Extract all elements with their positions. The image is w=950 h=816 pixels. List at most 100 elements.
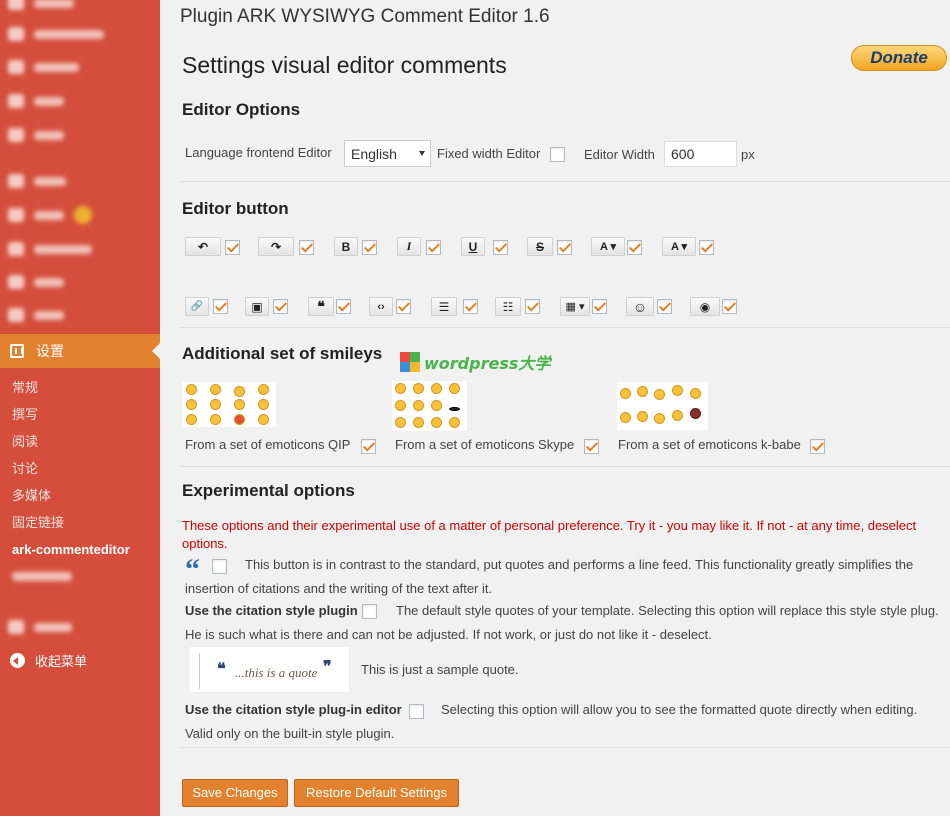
close-quote-icon: ❞ [323,659,332,676]
preview-button-checkbox[interactable] [722,299,737,314]
submenu-item-permalinks[interactable]: 固定链接 [0,509,160,536]
page-title: Settings visual editor comments [182,52,507,78]
image-icon: ▣ [245,297,269,316]
sample-quote-text: ...this is a quote [235,665,318,680]
submenu-item-blurred[interactable] [12,567,172,585]
submenu-item-reading[interactable]: 阅读 [0,428,160,455]
wordpress-daxue-logo-icon [400,352,420,372]
code-icon: ‹› [369,297,393,316]
donate-button[interactable]: Donate [851,45,947,71]
sidebar-item-settings[interactable]: 设置 [0,334,160,368]
bold-button-checkbox[interactable] [362,240,377,255]
divider [180,747,950,748]
submenu-item-media[interactable]: 多媒体 [0,482,160,509]
redo-button-checkbox[interactable] [299,240,314,255]
emoticon-icon: ☺ [626,297,654,316]
submenu-item-general[interactable]: 常规 [0,374,160,401]
submenu-item-ark-commenteditor[interactable]: ark-commenteditor [0,536,160,563]
save-changes-button[interactable]: Save Changes [182,779,288,807]
background-color-button-checkbox[interactable] [699,240,714,255]
quote-button-description: This button is in contrast to the standa… [185,557,914,596]
text-color-button-checkbox[interactable] [627,240,642,255]
table-button-checkbox[interactable] [592,299,607,314]
watermark: wordpress大学 [400,350,550,374]
qip-set-label: From a set of emoticons QIP [185,437,351,452]
editor-width-label: Editor Width [584,147,655,162]
smileys-heading: Additional set of smileys [182,344,383,363]
collapse-menu-button[interactable]: 收起菜单 [10,651,87,670]
italic-icon: I [397,237,421,256]
sidebar-item-blurred[interactable] [8,58,79,76]
sidebar-item-blurred[interactable] [8,206,92,224]
submenu-item-discussion[interactable]: 讨论 [0,455,160,482]
qip-smiley-preview [182,382,276,427]
sidebar-item-label: 设置 [36,343,64,359]
skype-set-checkbox[interactable] [584,439,599,454]
sidebar-item-blurred[interactable] [8,92,64,110]
emoticon-button-checkbox[interactable] [657,299,672,314]
language-select-value: English [351,146,397,162]
watermark-text: wordpress大学 [424,354,551,373]
restore-defaults-button[interactable]: Restore Default Settings [294,779,459,807]
submenu-item-writing[interactable]: 撰写 [0,401,160,428]
language-select[interactable]: English [344,140,431,167]
sidebar-item-blurred[interactable] [8,306,64,324]
undo-button-checkbox[interactable] [225,240,240,255]
language-label: Language frontend Editor [185,145,332,160]
bullet-list-button-checkbox[interactable] [463,299,478,314]
sidebar-item-blurred[interactable] [8,240,92,258]
undo-icon: ↶ [185,237,221,256]
divider [180,327,950,328]
divider [180,466,950,467]
fixed-width-label: Fixed width Editor [437,146,541,161]
k-babe-set-label: From a set of emoticons k-babe [618,437,801,452]
settings-icon [10,344,24,358]
blockquote-button-checkbox[interactable] [336,299,351,314]
underline-button-checkbox[interactable] [493,240,508,255]
sidebar-item-blurred[interactable] [8,0,74,12]
current-menu-arrow [152,343,160,359]
numbered-list-button-checkbox[interactable] [525,299,540,314]
bold-icon: B [334,237,358,256]
image-button-checkbox[interactable] [273,299,288,314]
chevron-down-icon [419,151,425,156]
plugin-title: Plugin ARK WYSIWYG Comment Editor 1.6 [180,6,550,27]
collapse-icon [10,653,25,668]
sidebar-item-blurred[interactable] [8,126,64,144]
qip-set-checkbox[interactable] [361,439,376,454]
sidebar-item-blurred[interactable] [8,172,66,190]
skype-set-label: From a set of emoticons Skype [395,437,575,452]
sidebar-item-blurred[interactable] [8,25,104,43]
code-button-checkbox[interactable] [396,299,411,314]
k-babe-set-checkbox[interactable] [810,439,825,454]
settings-submenu: 常规 撰写 阅读 讨论 多媒体 固定链接 ark-commenteditor [0,368,160,581]
background-color-icon: A ▾ [662,237,696,256]
divider [180,181,950,182]
collapse-menu-label: 收起菜单 [35,654,88,669]
italic-button-checkbox[interactable] [426,240,441,255]
editor-width-input[interactable]: 600 [664,141,737,167]
sidebar-item-blurred[interactable] [8,618,72,636]
blockquote-icon: ❝ [308,297,334,316]
open-quote-icon: ❝ [217,661,226,678]
citation-plugin-description: The default style quotes of your templat… [185,603,939,642]
sample-quote-block: ❝ ...this is a quote ❞ [188,646,350,693]
fixed-width-checkbox[interactable] [550,147,565,162]
experimental-warning: These options and their experimental use… [182,518,917,551]
text-color-icon: A ▾ [591,237,625,256]
underline-icon: U [461,237,485,256]
link-icon: 🔗 [185,297,209,316]
quote-bar [199,653,200,689]
table-icon: ▦ ▾ [560,297,590,316]
editor-width-unit: px [741,147,755,162]
skype-smiley-preview [392,381,467,431]
strikethrough-button-checkbox[interactable] [557,240,572,255]
sidebar-item-blurred[interactable] [8,273,64,291]
redo-icon: ↷ [258,237,294,256]
preview-icon: ◉ [690,297,720,316]
bullet-list-icon: ☰ [431,297,457,316]
link-button-checkbox[interactable] [213,299,228,314]
k-babe-smiley-preview [617,382,708,430]
strikethrough-icon: S [527,237,553,256]
sample-quote-caption: This is just a sample quote. [361,662,519,677]
